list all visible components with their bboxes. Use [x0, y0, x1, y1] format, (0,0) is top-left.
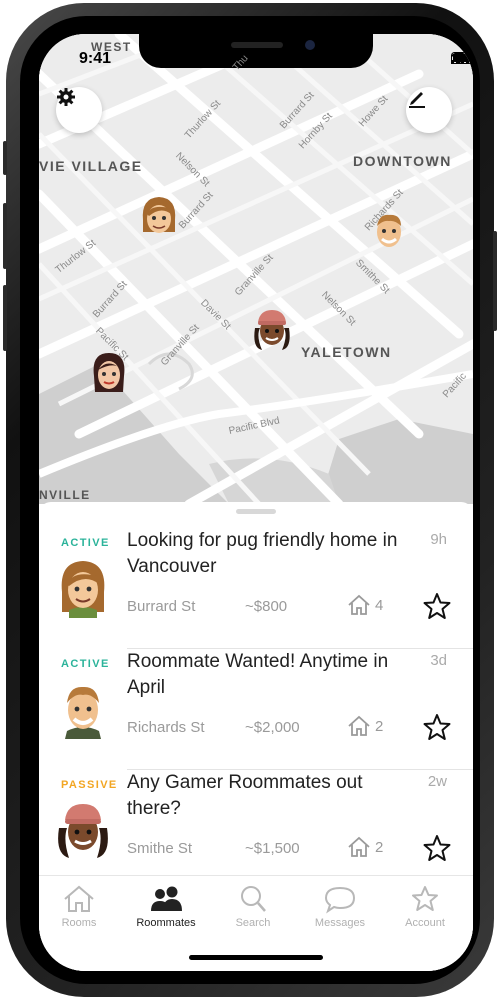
status-badge: ACTIVE	[61, 537, 110, 549]
house-icon	[64, 885, 94, 912]
tab-label: Rooms	[61, 917, 97, 929]
listing-age: 9h	[430, 531, 447, 548]
listing-item[interactable]: ACTIVE Looking for pug friendly home in …	[39, 528, 473, 649]
tab-label: Account	[405, 917, 445, 929]
listing-price: ~$800	[245, 598, 288, 615]
listing-item[interactable]: ACTIVE Roommate Wanted! Anytime in April…	[39, 649, 473, 770]
tab-account[interactable]: Account	[385, 884, 465, 929]
roommate-pin-avatar[interactable]	[252, 306, 292, 354]
house-icon	[348, 715, 370, 736]
avatar	[65, 686, 101, 739]
settings-button[interactable]	[56, 87, 102, 133]
home-indicator[interactable]	[189, 955, 323, 960]
star-icon	[412, 886, 438, 911]
tab-label: Roommates	[136, 917, 196, 929]
avatar	[61, 561, 105, 618]
listing-rooms: 4	[347, 594, 383, 616]
rooms-count: 2	[375, 838, 384, 856]
listing-age: 2w	[427, 773, 447, 790]
roommate-pin-avatar[interactable]	[89, 350, 129, 398]
pen-icon	[409, 92, 425, 108]
rooms-count: 4	[375, 596, 384, 614]
listing-title: Looking for pug friendly home in Vancouv…	[127, 530, 398, 577]
area-label-downtown: DOWNTOWN	[353, 153, 452, 169]
chat-icon	[324, 886, 356, 914]
roommate-pin-avatar[interactable]	[369, 208, 409, 256]
tab-messages[interactable]: Messages	[300, 884, 380, 929]
area-label-yaletown: YALETOWN	[301, 344, 392, 360]
house-icon	[348, 836, 370, 857]
area-label-nville: NVILLE	[39, 488, 91, 502]
avatar	[58, 804, 108, 858]
search-icon	[241, 886, 266, 912]
house-icon	[348, 594, 370, 615]
sheet-drag-handle[interactable]	[236, 509, 276, 514]
favorite-star-icon[interactable]	[423, 713, 451, 741]
map-view[interactable]: 9:41 WEST VIE VILLAGE DOWNTOWN YALETOWN …	[39, 34, 473, 504]
status-badge: ACTIVE	[61, 658, 110, 670]
mute-switch	[3, 141, 7, 175]
listing-rooms: 2	[347, 836, 383, 858]
battery-icon	[451, 52, 473, 64]
listing-title: Any Gamer Roommates out there?	[127, 772, 363, 819]
listing-item[interactable]: PASSIVE Any Gamer Roommates out there? 2…	[39, 770, 473, 891]
tab-label: Search	[235, 917, 271, 929]
listing-rooms: 2	[347, 715, 383, 737]
favorite-star-icon[interactable]	[423, 834, 451, 862]
tab-label: Messages	[314, 917, 366, 929]
status-badge: PASSIVE	[61, 779, 118, 791]
listing-street: Smithe St	[127, 840, 193, 857]
power-button	[493, 231, 497, 331]
compose-button[interactable]	[406, 87, 452, 133]
rooms-count: 2	[375, 717, 384, 735]
gear-icon	[57, 88, 75, 106]
listing-title: Roommate Wanted! Anytime in April	[127, 651, 389, 698]
area-label-west: WEST	[91, 40, 132, 54]
listing-price: ~$1,500	[245, 840, 300, 857]
tab-search[interactable]: Search	[213, 884, 293, 929]
favorite-star-icon[interactable]	[423, 592, 451, 620]
screen: 9:41 WEST VIE VILLAGE DOWNTOWN YALETOWN …	[39, 34, 473, 971]
listing-age: 3d	[430, 652, 447, 669]
listing-street: Richards St	[127, 719, 205, 736]
tab-rooms[interactable]: Rooms	[39, 884, 119, 929]
volume-up-button	[3, 203, 7, 269]
tab-roommates[interactable]: Roommates	[126, 884, 206, 929]
people-icon	[151, 886, 182, 911]
roommate-pin-avatar[interactable]	[139, 194, 179, 242]
notch	[139, 34, 373, 68]
area-label-village: VIE VILLAGE	[39, 158, 143, 174]
listing-street: Burrard St	[127, 598, 196, 615]
volume-down-button	[3, 285, 7, 351]
listing-price: ~$2,000	[245, 719, 300, 736]
